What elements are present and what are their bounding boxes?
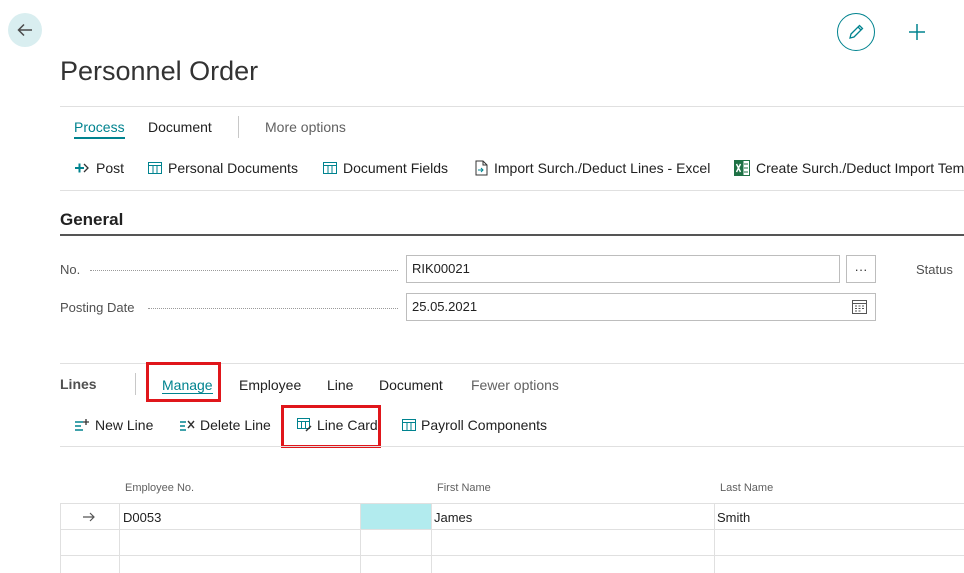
back-button[interactable] bbox=[8, 13, 42, 47]
pencil-icon bbox=[849, 24, 864, 39]
cell-employee-no[interactable]: D0053 bbox=[123, 510, 161, 525]
lines-tab-document[interactable]: Document bbox=[379, 377, 443, 393]
document-fields-button[interactable]: Document Fields bbox=[323, 160, 448, 176]
add-new-button[interactable] bbox=[904, 19, 930, 45]
posting-date-field[interactable]: 25.05.2021 bbox=[406, 293, 876, 321]
column-header-first-name[interactable]: First Name bbox=[437, 482, 491, 494]
create-import-template-label: Create Surch./Deduct Import Temp bbox=[756, 160, 964, 176]
column-header-employee-no[interactable]: Employee No. bbox=[125, 482, 194, 494]
section-rule bbox=[60, 234, 964, 236]
list-icon bbox=[148, 162, 162, 174]
line-card-label: Line Card bbox=[317, 417, 378, 433]
lines-tab-employee[interactable]: Employee bbox=[239, 377, 301, 393]
lines-tab-fewer-options[interactable]: Fewer options bbox=[471, 377, 559, 393]
grid-line bbox=[714, 503, 715, 573]
lines-separator bbox=[135, 373, 136, 395]
import-lines-excel-label: Import Surch./Deduct Lines - Excel bbox=[494, 160, 711, 176]
posting-date-label: Posting Date bbox=[60, 300, 135, 315]
grid-line bbox=[119, 503, 120, 573]
tab-separator bbox=[238, 116, 239, 138]
grid-line bbox=[60, 529, 964, 530]
new-line-icon bbox=[75, 419, 89, 431]
grid-line bbox=[60, 555, 964, 556]
delete-line-button[interactable]: Delete Line bbox=[179, 417, 271, 433]
new-line-label: New Line bbox=[95, 417, 154, 433]
import-file-icon bbox=[475, 160, 488, 176]
edit-button[interactable] bbox=[837, 13, 875, 51]
calendar-icon[interactable] bbox=[852, 299, 867, 319]
line-card-button[interactable]: Line Card bbox=[297, 417, 378, 433]
grid-line bbox=[60, 503, 61, 573]
delete-line-label: Delete Line bbox=[200, 417, 271, 433]
grid-line bbox=[60, 503, 964, 504]
page-title: Personnel Order bbox=[60, 56, 259, 86]
leader-dots bbox=[148, 308, 398, 309]
no-label: No. bbox=[60, 262, 81, 277]
column-header-last-name[interactable]: Last Name bbox=[720, 482, 773, 494]
list-icon bbox=[323, 162, 337, 174]
cell-last-name[interactable]: Smith bbox=[717, 510, 750, 525]
personal-documents-label: Personal Documents bbox=[168, 160, 298, 176]
post-icon bbox=[75, 163, 89, 173]
no-field[interactable]: RIK00021 bbox=[406, 255, 840, 283]
create-import-template-button[interactable]: Create Surch./Deduct Import Temp bbox=[734, 160, 964, 176]
divider bbox=[60, 106, 964, 107]
excel-icon bbox=[734, 160, 750, 176]
status-label: Status bbox=[916, 262, 953, 277]
divider bbox=[60, 446, 964, 447]
grid-line bbox=[431, 503, 432, 573]
row-indicator-arrow-icon[interactable] bbox=[82, 509, 96, 527]
delete-line-icon bbox=[180, 420, 195, 431]
cell-first-name[interactable]: James bbox=[434, 510, 472, 525]
post-label: Post bbox=[96, 160, 125, 176]
arrow-left-icon bbox=[17, 23, 32, 37]
list-icon bbox=[402, 419, 416, 431]
import-lines-excel-button[interactable]: Import Surch./Deduct Lines - Excel bbox=[474, 160, 710, 176]
tab-document[interactable]: Document bbox=[148, 119, 212, 135]
divider bbox=[60, 190, 964, 191]
payroll-components-label: Payroll Components bbox=[421, 417, 548, 433]
plus-icon bbox=[909, 24, 925, 40]
section-title-lines: Lines bbox=[60, 376, 97, 392]
lines-tab-line[interactable]: Line bbox=[327, 377, 353, 393]
leader-dots bbox=[90, 270, 398, 271]
new-line-button[interactable]: New Line bbox=[74, 417, 153, 433]
posting-date-value: 25.05.2021 bbox=[412, 299, 478, 314]
tab-process[interactable]: Process bbox=[74, 119, 125, 139]
post-button[interactable]: Post bbox=[74, 160, 124, 176]
selected-cell[interactable] bbox=[361, 504, 431, 529]
lines-tab-manage[interactable]: Manage bbox=[162, 377, 213, 394]
section-title-general: General bbox=[60, 210, 124, 229]
document-fields-label: Document Fields bbox=[343, 160, 449, 176]
tab-more-options[interactable]: More options bbox=[265, 119, 346, 135]
personal-documents-button[interactable]: Personal Documents bbox=[148, 160, 298, 176]
no-assist-button[interactable]: ··· bbox=[846, 255, 876, 283]
line-card-icon bbox=[297, 418, 312, 432]
payroll-components-button[interactable]: Payroll Components bbox=[402, 417, 547, 433]
